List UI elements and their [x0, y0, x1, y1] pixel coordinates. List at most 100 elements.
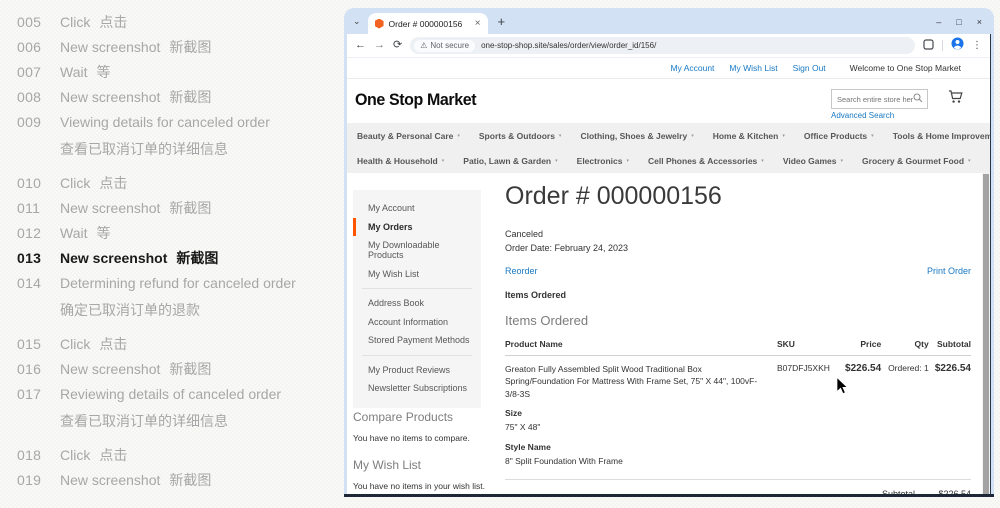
nav-item-patio-lawn-garden[interactable]: Patio, Lawn & Garden ▾	[463, 156, 557, 166]
scrollbar-thumb[interactable]	[983, 174, 989, 494]
back-icon[interactable]: ←	[355, 40, 366, 51]
nav-item-health-household[interactable]: Health & Household▾	[357, 156, 444, 166]
sidebar-item-newsletter-subscriptions[interactable]: Newsletter Subscriptions	[353, 379, 481, 398]
side-panel-icon[interactable]	[923, 37, 934, 55]
step-number: 010	[17, 174, 51, 192]
page-content: My AccountMy OrdersMy Downloadable Produ…	[347, 173, 990, 494]
nav-item-home-kitchen[interactable]: Home & Kitchen▾	[713, 131, 785, 141]
search-box[interactable]	[831, 89, 928, 109]
tab-search-chevron-icon[interactable]: ⌄	[353, 16, 361, 27]
step-label-en: Click	[60, 175, 90, 191]
nav-item-sports-outdoors[interactable]: Sports & Outdoors▾	[479, 131, 562, 141]
account-sidebar: My AccountMy OrdersMy Downloadable Produ…	[353, 190, 481, 408]
step-label-en: Reviewing details of canceled order	[60, 386, 281, 402]
tab-close-icon[interactable]: ×	[475, 18, 481, 29]
step-number: 007	[17, 63, 51, 81]
step-label-en: New screenshot	[60, 39, 160, 55]
step-row: 012Wait等	[17, 224, 344, 242]
step-row: 007Wait等	[17, 63, 344, 81]
step-label-en: New screenshot	[60, 472, 160, 488]
top-link-sign-out[interactable]: Sign Out	[793, 63, 826, 73]
nav-item-grocery-gourmet-food[interactable]: Grocery & Gourmet Food▾	[862, 156, 971, 166]
compare-products-title: Compare Products	[353, 410, 453, 424]
nav-item-label: Cell Phones & Accessories	[648, 156, 757, 166]
sidebar-item-my-orders[interactable]: My Orders	[353, 218, 481, 237]
window-close-button[interactable]: ×	[977, 17, 982, 27]
step-row: 008New screenshot新截图	[17, 88, 344, 106]
step-label-en: Viewing details for canceled order	[60, 114, 270, 130]
not-secure-label: Not secure	[430, 41, 469, 50]
browser-menu-icon[interactable]: ⋮	[972, 40, 982, 51]
col-header-qty: Qty	[881, 335, 929, 356]
chevron-down-icon: ▾	[457, 133, 460, 139]
sidebar-item-my-product-reviews[interactable]: My Product Reviews	[353, 361, 481, 380]
size-value: 75" X 48"	[505, 421, 763, 433]
site-header: One Stop Market Advanced Search	[347, 79, 990, 123]
step-label-en: Click	[60, 336, 90, 352]
step-number: 018	[17, 446, 51, 464]
nav-item-electronics[interactable]: Electronics▾	[577, 156, 629, 166]
nav-item-beauty-personal-care[interactable]: Beauty & Personal Care▾	[357, 131, 460, 141]
search-icon[interactable]	[913, 90, 923, 108]
chevron-down-icon: ▾	[626, 158, 629, 164]
nav-item-clothing-shoes-jewelry[interactable]: Clothing, Shoes & Jewelry▾	[580, 131, 693, 141]
chevron-down-icon: ▾	[841, 158, 844, 164]
step-row: 015Click点击	[17, 335, 344, 353]
step-row: 014Determining refund for canceled order…	[17, 274, 344, 319]
step-label-en: Determining refund for canceled order	[60, 275, 296, 291]
step-number: 019	[17, 471, 51, 489]
nav-item-video-games[interactable]: Video Games▾	[783, 156, 843, 166]
advanced-search-link[interactable]: Advanced Search	[831, 111, 928, 120]
product-price: $226.54	[839, 356, 881, 468]
reload-icon[interactable]: ⟳	[393, 40, 402, 51]
search-input[interactable]	[837, 95, 913, 104]
top-link-my-account[interactable]: My Account	[670, 63, 714, 73]
top-link-my-wish-list[interactable]: My Wish List	[729, 63, 777, 73]
step-label-zh: 等	[96, 225, 110, 241]
cart-icon[interactable]	[948, 90, 963, 109]
step-text: Reviewing details of canceled order查看已取消…	[60, 385, 290, 430]
step-row: 017Reviewing details of canceled order查看…	[17, 385, 344, 430]
step-number: 016	[17, 360, 51, 378]
step-label-zh: 新截图	[169, 361, 211, 377]
scrollbar[interactable]: ▾	[982, 173, 990, 494]
not-secure-chip[interactable]: ⚠Not secure	[414, 40, 475, 52]
step-label-zh: 新截图	[169, 200, 211, 216]
nav-item-label: Patio, Lawn & Garden	[463, 156, 551, 166]
address-bar[interactable]: ⚠Not secure one-stop-shop.site/sales/ord…	[410, 37, 915, 54]
site-logo[interactable]: One Stop Market	[355, 92, 476, 111]
print-order-link[interactable]: Print Order	[927, 266, 971, 276]
sidebar-item-my-downloadable-products[interactable]: My Downloadable Products	[353, 236, 481, 265]
chevron-down-icon: ▾	[691, 133, 694, 139]
step-number: 005	[17, 13, 51, 31]
chevron-down-icon: ▾	[871, 133, 874, 139]
nav-item-office-products[interactable]: Office Products▾	[804, 131, 874, 141]
browser-tab[interactable]: Order # 000000156 ×	[368, 13, 488, 34]
chevron-down-icon: ▾	[555, 158, 558, 164]
sidebar-item-stored-payment-methods[interactable]: Stored Payment Methods	[353, 331, 481, 350]
minimize-button[interactable]: –	[936, 17, 941, 27]
sidebar-item-my-account[interactable]: My Account	[353, 199, 481, 218]
new-tab-button[interactable]: +	[498, 14, 506, 29]
step-number: 013	[17, 249, 51, 267]
nav-item-tools-home-improvement[interactable]: Tools & Home Improvement▾	[893, 131, 990, 141]
step-text: Determining refund for canceled order确定已…	[60, 274, 305, 319]
step-text: New screenshot新截图	[60, 38, 211, 56]
step-label-zh: 等	[96, 64, 110, 80]
sidebar-item-my-wish-list[interactable]: My Wish List	[353, 265, 481, 284]
step-row: 005Click点击	[17, 13, 344, 31]
chevron-down-icon: ▾	[782, 133, 785, 139]
step-text: Viewing details for canceled order查看已取消订…	[60, 113, 279, 158]
forward-icon[interactable]: →	[374, 40, 385, 51]
sidebar-item-account-information[interactable]: Account Information	[353, 313, 481, 332]
step-label-zh: 点击	[99, 447, 127, 463]
step-text: New screenshot新截图	[60, 360, 211, 378]
nav-item-cell-phones-accessories[interactable]: Cell Phones & Accessories▾	[648, 156, 764, 166]
col-header-product-name: Product Name	[505, 335, 777, 356]
reorder-link[interactable]: Reorder	[505, 266, 538, 276]
maximize-button[interactable]: □	[956, 17, 961, 27]
sidebar-item-address-book[interactable]: Address Book	[353, 294, 481, 313]
items-ordered-tab[interactable]: Items Ordered	[505, 290, 971, 300]
profile-icon[interactable]	[951, 37, 964, 55]
step-row: 019New screenshot新截图	[17, 471, 344, 489]
